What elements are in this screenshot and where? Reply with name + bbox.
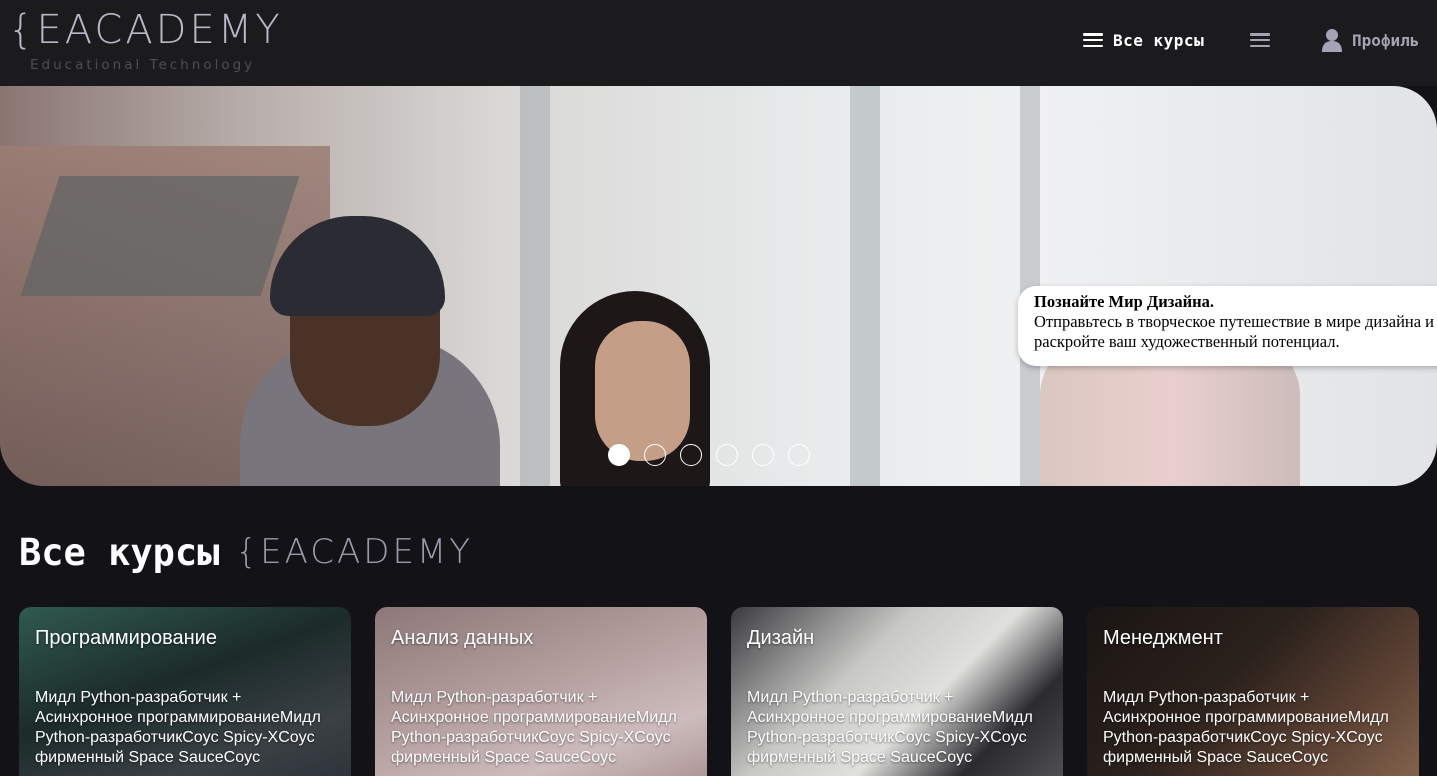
profile-label: Профиль (1352, 30, 1420, 50)
section-heading: Все курсы {EACADEMY (19, 527, 473, 577)
user-icon (1322, 29, 1342, 52)
course-card-design[interactable]: Дизайн Мидл Python-разработчик + Асинхро… (731, 607, 1063, 776)
course-card-title: Анализ данных (391, 627, 534, 649)
hero-carousel[interactable]: Познайте Мир Дизайна. Отправьтесь в твор… (0, 86, 1437, 486)
carousel-dot-6[interactable] (788, 444, 810, 466)
hero-image-window-frame (850, 86, 880, 486)
hero-caption-card: Познайте Мир Дизайна. Отправьтесь в твор… (1018, 286, 1437, 366)
course-card-title: Дизайн (747, 627, 815, 649)
course-card-title: Программирование (35, 627, 217, 649)
all-courses-nav-label: Все курсы (1113, 30, 1205, 50)
menu-hamburger-icon[interactable] (1250, 32, 1270, 48)
logo[interactable]: {EACADEMY Educational Technology (8, 10, 288, 76)
site-header: {EACADEMY Educational Technology Все кур… (0, 0, 1437, 86)
carousel-dot-3[interactable] (680, 444, 702, 466)
profile-button[interactable]: Профиль (1322, 26, 1419, 54)
all-courses-nav-button[interactable]: Все курсы (1083, 28, 1204, 52)
logo-wordmark: {EACADEMY (8, 7, 283, 53)
carousel-dot-4[interactable] (716, 444, 738, 466)
hero-image-person-face (595, 321, 690, 461)
course-card-management[interactable]: Менеджмент Мидл Python-разработчик + Аси… (1087, 607, 1419, 776)
carousel-indicators (608, 444, 810, 466)
carousel-dot-5[interactable] (752, 444, 774, 466)
carousel-dot-1[interactable] (608, 444, 630, 466)
section-brand-logo: {EACADEMY (235, 532, 474, 572)
course-card-title: Менеджмент (1103, 627, 1223, 649)
course-card-data-analysis[interactable]: Анализ данных Мидл Python-разработчик + … (375, 607, 707, 776)
hero-image-window-frame (520, 86, 550, 486)
course-card-description: Мидл Python-разработчик + Асинхронное пр… (35, 689, 321, 766)
section-title: Все курсы (19, 530, 220, 574)
course-card-programming[interactable]: Программирование Мидл Python-разработчик… (19, 607, 351, 776)
hero-caption-text: Отправьтесь в творческое путешествие в м… (1034, 312, 1435, 351)
hero-caption-title: Познайте Мир Дизайна. (1034, 292, 1215, 311)
hamburger-icon (1083, 32, 1103, 48)
hero-image-roof (20, 176, 300, 296)
logo-subtitle: Educational Technology (30, 57, 256, 73)
course-card-description: Мидл Python-разработчик + Асинхронное пр… (391, 689, 677, 766)
carousel-dot-2[interactable] (644, 444, 666, 466)
course-card-description: Мидл Python-разработчик + Асинхронное пр… (747, 689, 1033, 766)
course-card-description: Мидл Python-разработчик + Асинхронное пр… (1103, 689, 1389, 766)
